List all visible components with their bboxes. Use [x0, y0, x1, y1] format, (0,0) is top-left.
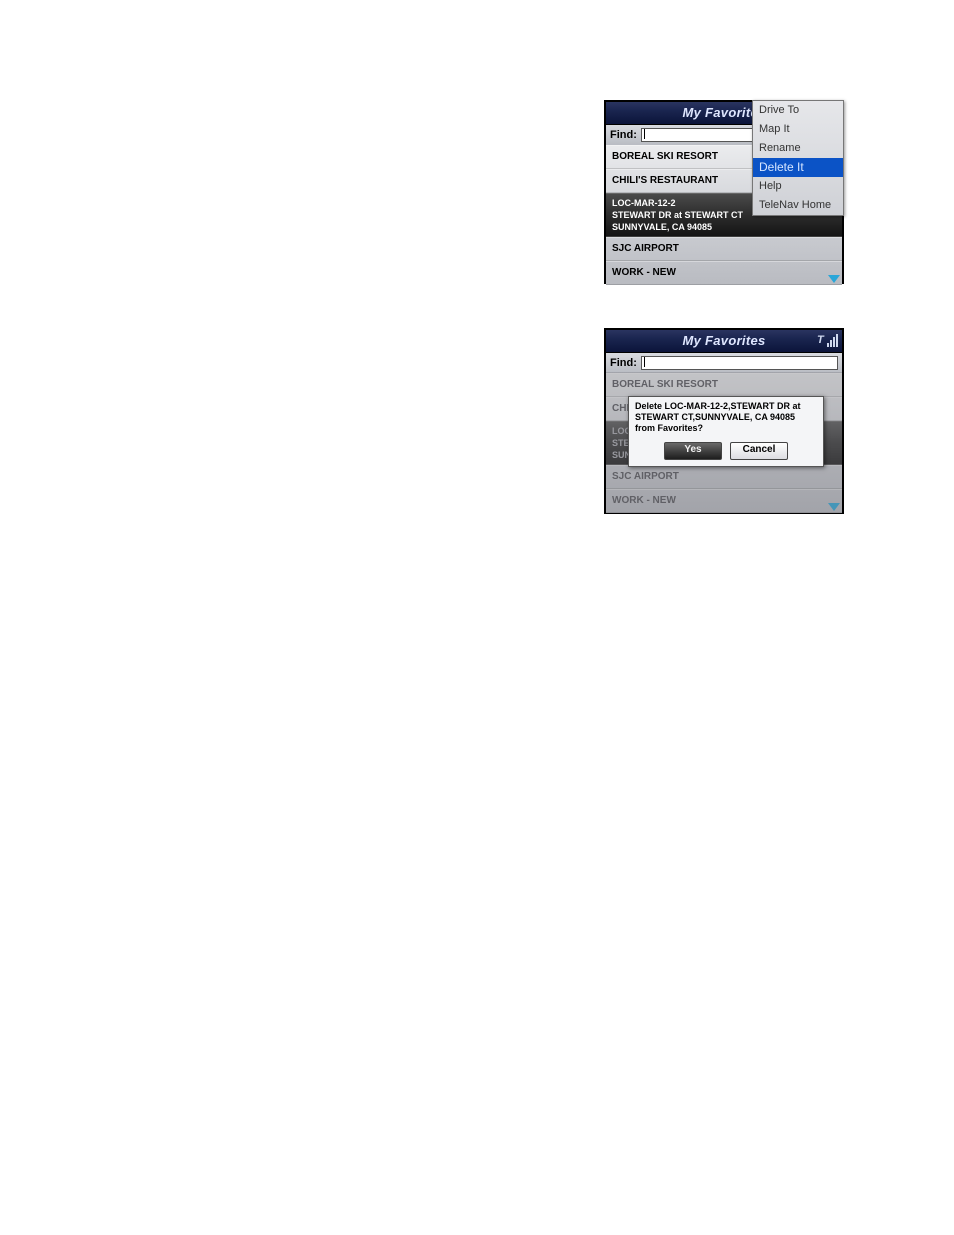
title-bar: My Favorites T	[606, 330, 842, 353]
find-label: Find:	[610, 357, 637, 369]
signal-bar	[833, 337, 835, 347]
list-item-label: BOREAL SKI RESORT	[612, 151, 718, 162]
signal-bar	[830, 340, 832, 347]
menu-item-delete-it[interactable]: Delete It	[753, 158, 843, 177]
menu-label: TeleNav Home	[759, 199, 831, 211]
menu-item-help[interactable]: Help	[753, 177, 843, 196]
list-item-label: CHILI'S RESTAURANT	[612, 175, 718, 186]
scroll-down-icon[interactable]	[828, 503, 840, 511]
caret-icon	[644, 357, 645, 367]
device-inner: My Favorites T Find: BOREAL SKI RESORT C…	[606, 330, 842, 513]
signal-bar	[836, 334, 838, 347]
menu-item-telenav-home[interactable]: TeleNav Home	[753, 196, 843, 215]
find-label: Find:	[610, 129, 637, 141]
list-item-label: WORK - NEW	[612, 495, 676, 506]
dialog-buttons: Yes Cancel	[629, 438, 823, 466]
screenshot-favorites-confirm: My Favorites T Find: BOREAL SKI RESORT C…	[604, 328, 844, 514]
list-item-label: SJC AIRPORT	[612, 243, 679, 254]
menu-label: Help	[759, 180, 782, 192]
menu-label: Rename	[759, 142, 801, 154]
cancel-button[interactable]: Cancel	[730, 442, 788, 460]
menu-label: Map It	[759, 123, 790, 135]
selected-line: SUNNYVALE, CA 94085	[612, 221, 836, 233]
list-item[interactable]: WORK - NEW	[606, 261, 842, 285]
signal-bar	[827, 343, 829, 347]
list-item-label: WORK - NEW	[612, 267, 676, 278]
find-row: Find:	[606, 353, 842, 373]
context-menu: Drive To Map It Rename Delete It Help Te…	[752, 100, 844, 216]
button-label: Cancel	[743, 444, 776, 455]
signal-prefix: T	[817, 333, 824, 347]
yes-button[interactable]: Yes	[664, 442, 722, 460]
list-item[interactable]: WORK - NEW	[606, 489, 842, 513]
menu-item-rename[interactable]: Rename	[753, 139, 843, 158]
list-item[interactable]: SJC AIRPORT	[606, 237, 842, 261]
document-page: My Favorites Find: BOREAL SKI RESORT CHI…	[0, 0, 954, 1235]
title-text: My Favorites	[682, 333, 765, 348]
list-item-label: SJC AIRPORT	[612, 471, 679, 482]
device-inner: My Favorites Find: BOREAL SKI RESORT CHI…	[606, 102, 842, 285]
signal-indicator-icon: T	[817, 333, 838, 347]
caret-icon	[644, 129, 645, 139]
list-item-label: BOREAL SKI RESORT	[612, 379, 718, 390]
scroll-down-icon[interactable]	[828, 275, 840, 283]
find-input[interactable]	[641, 356, 838, 370]
list-item[interactable]: BOREAL SKI RESORT	[606, 373, 842, 397]
dialog-message: Delete LOC-MAR-12-2,STEWART DR at STEWAR…	[629, 397, 823, 438]
button-label: Yes	[684, 444, 701, 455]
menu-item-map-it[interactable]: Map It	[753, 120, 843, 139]
menu-label: Drive To	[759, 104, 799, 116]
screenshot-favorites-menu: My Favorites Find: BOREAL SKI RESORT CHI…	[604, 100, 844, 284]
confirm-delete-dialog: Delete LOC-MAR-12-2,STEWART DR at STEWAR…	[628, 396, 824, 467]
menu-label: Delete It	[759, 160, 804, 174]
menu-item-drive-to[interactable]: Drive To	[753, 101, 843, 120]
list-item[interactable]: SJC AIRPORT	[606, 465, 842, 489]
